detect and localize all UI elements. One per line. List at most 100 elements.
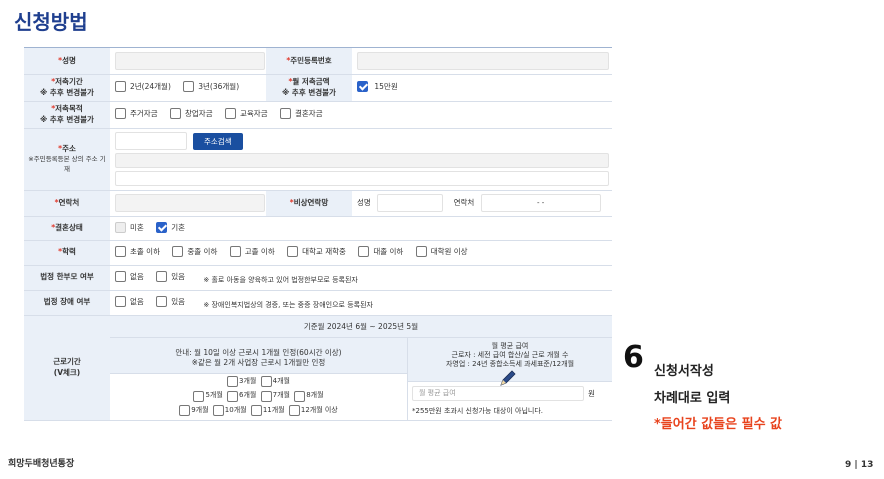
checkbox[interactable] (294, 390, 306, 402)
checkbox[interactable] (250, 405, 262, 417)
checkbox[interactable] (358, 246, 370, 257)
address-detail-input[interactable] (115, 171, 609, 186)
purpose-option-marriage[interactable]: 결혼자금 (280, 108, 323, 119)
checkbox[interactable] (193, 390, 205, 402)
monthly-option[interactable]: 15만원 (357, 81, 398, 92)
emergency-name-label: 성명 (357, 198, 371, 207)
step-required-note: *들어간 값들은 필수 값 (654, 417, 783, 432)
checkbox[interactable] (227, 390, 239, 402)
months-option[interactable]: 3개월 (227, 376, 256, 388)
checkbox[interactable] (170, 108, 181, 119)
page-title: 신청방법 (14, 10, 88, 34)
months-option[interactable]: 10개월 (212, 405, 247, 417)
name-input[interactable] (115, 51, 265, 70)
rrn-input[interactable] (357, 51, 609, 70)
period-option-24[interactable]: 2년(24개월) (115, 81, 171, 92)
rrn-label: *주민등록번호 (266, 48, 352, 75)
emergency-label: *비상연락망 (266, 190, 352, 217)
footer-title: 희망두배청년통장 (8, 459, 75, 469)
education-option[interactable]: 중졸 이하 (172, 246, 217, 257)
work-period-header: 기준월 2024년 6월 ~ 2025년 5월 (110, 315, 612, 338)
contact-label: *연락처 (24, 190, 110, 217)
pen-cursor-icon (500, 370, 516, 386)
months-option[interactable]: 7개월 (260, 390, 290, 402)
emergency-name-input[interactable] (377, 194, 444, 212)
single-parent-option-no[interactable]: 없음 (115, 270, 144, 282)
purpose-option-education[interactable]: 교육자금 (225, 108, 268, 119)
months-option[interactable]: 5개월 (193, 390, 223, 402)
months-option[interactable]: 6개월 (227, 390, 256, 402)
application-form: *성명 *주민등록번호 *저축기간 ※ 추후 변경불가 2년(24개월) 3년(3… (24, 47, 612, 423)
step-number: 6 (623, 340, 644, 375)
page-number: 9 | 13 (845, 460, 874, 470)
work-guide-2: ※같은 월 2개 사업장 근로시 1개월만 인정 (191, 357, 326, 367)
marital-option-married[interactable]: 기혼 (156, 221, 185, 233)
checkbox[interactable] (115, 81, 126, 92)
months-option[interactable]: 4개월 (260, 376, 290, 388)
marital-option-single[interactable]: 미혼 (115, 221, 144, 233)
checkbox-checked[interactable] (357, 81, 368, 92)
checkbox[interactable] (288, 405, 300, 417)
checkbox[interactable] (115, 108, 126, 119)
step-title: 신청서작성 (654, 364, 714, 379)
single-parent-option-yes[interactable]: 있음 (156, 270, 185, 282)
purpose-option-startup[interactable]: 창업자금 (170, 108, 213, 119)
months-option[interactable]: 9개월 (179, 405, 209, 417)
avg-salary-worker: 근로자 : 세전 급여 합산/실 근로 개월 수 (451, 350, 569, 359)
checkbox[interactable] (227, 376, 239, 388)
checkbox[interactable] (229, 246, 241, 257)
disability-label: 법정 장애 여부 (24, 290, 110, 316)
emergency-phone-label: 연락처 (453, 198, 475, 207)
purpose-option-housing[interactable]: 주거자금 (115, 108, 158, 119)
disability-option-no[interactable]: 없음 (115, 295, 144, 307)
checkbox[interactable] (156, 270, 168, 282)
avg-salary-note: *255만원 초과시 신청가능 대상이 아닙니다. (412, 406, 544, 415)
months-option[interactable]: 11개월 (250, 405, 285, 417)
address-search-button[interactable]: 주소검색 (193, 132, 243, 150)
emergency-phone-input[interactable]: - - (480, 194, 601, 212)
checkbox[interactable] (260, 390, 272, 402)
contact-input[interactable] (115, 194, 265, 212)
zipcode-input[interactable] (115, 132, 187, 150)
education-option[interactable]: 대졸 이하 (358, 246, 403, 257)
education-option[interactable]: 대학원 이상 (415, 246, 468, 257)
checkbox[interactable] (225, 108, 236, 119)
checkbox[interactable] (115, 270, 126, 282)
education-label: *학력 (24, 240, 110, 266)
months-option[interactable]: 8개월 (294, 390, 324, 402)
checkbox[interactable] (183, 81, 195, 92)
address-input[interactable] (115, 153, 609, 168)
avg-salary-unit: 원 (588, 388, 595, 398)
checkbox[interactable] (415, 246, 427, 257)
checkbox[interactable] (260, 376, 272, 388)
address-label: *주소 ※주민등록등본 상의 주소 기재 (24, 128, 110, 191)
checkbox[interactable] (115, 221, 126, 233)
checkbox[interactable] (212, 405, 224, 417)
checkbox[interactable] (179, 405, 191, 417)
avg-salary-title: 월 평균 급여 (491, 341, 529, 350)
work-guide-1: 안내: 월 10일 이상 근로시 1개월 인정(60시간 이상) (175, 347, 342, 357)
checkbox[interactable] (115, 295, 126, 307)
step-instruction: 차례대로 입력 (654, 391, 731, 406)
disability-option-yes[interactable]: 있음 (156, 295, 185, 307)
marital-label: *결혼상태 (24, 216, 110, 241)
single-parent-note: ※ 홀로 아동을 양육하고 있어 법정한부모로 등록된자 (203, 275, 358, 284)
work-label: 근로기간 (V체크) (24, 315, 110, 421)
education-option[interactable]: 초졸 이하 (115, 246, 160, 257)
education-option[interactable]: 고졸 이하 (229, 246, 275, 257)
checkbox[interactable] (156, 295, 168, 307)
checkbox[interactable] (172, 246, 184, 257)
checkbox[interactable] (287, 246, 299, 257)
purpose-label: *저축목적 ※ 추후 변경불가 (24, 101, 110, 129)
checkbox[interactable] (115, 246, 126, 257)
education-option[interactable]: 대학교 재학중 (287, 246, 346, 257)
name-label: *성명 (24, 48, 110, 75)
single-parent-label: 법정 한부모 여부 (24, 265, 110, 291)
disability-note: ※ 장애인복지법상의 경증, 또는 중증 장애인으로 등록된자 (203, 300, 373, 309)
months-option[interactable]: 12개월 이상 (288, 405, 338, 417)
period-option-36[interactable]: 3년(36개월) (183, 81, 239, 92)
checkbox[interactable] (280, 108, 291, 119)
monthly-label: *월 저축금액 ※ 추후 변경불가 (266, 74, 352, 102)
checkbox-checked[interactable] (156, 221, 168, 233)
period-label: *저축기간 ※ 추후 변경불가 (24, 74, 110, 102)
